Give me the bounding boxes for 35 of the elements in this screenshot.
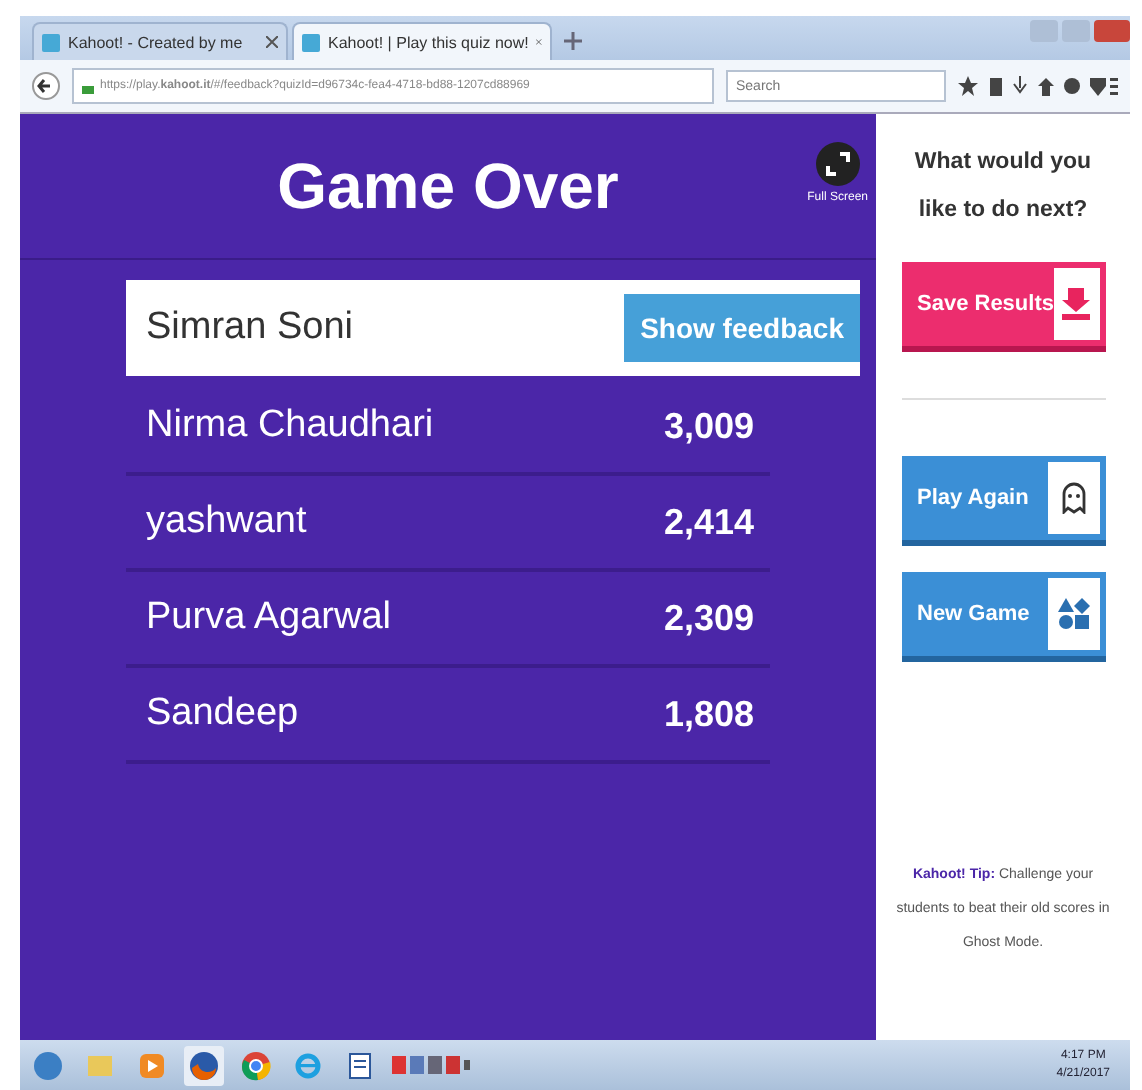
next-question: What would you like to do next? [912, 148, 1094, 226]
player-name: Sandeep [146, 692, 299, 736]
start-orb-icon[interactable] [32, 1049, 64, 1081]
player-name: yashwant [146, 500, 307, 544]
action-button[interactable]: New Game [901, 572, 1105, 656]
document-icon[interactable] [344, 1049, 376, 1081]
player-name: Purva Agarwal [146, 596, 392, 640]
game-title: Game Over [277, 149, 619, 223]
player-name: Nirma Chaudhari [146, 404, 434, 448]
media-player-icon[interactable] [136, 1049, 168, 1081]
action-button[interactable]: Play Again [901, 456, 1105, 540]
tray-icons-drawing[interactable] [392, 1056, 472, 1074]
action-button[interactable]: Save Results [901, 262, 1105, 346]
close-icon[interactable] [536, 36, 542, 48]
chrome-icon[interactable] [240, 1049, 272, 1081]
player-score: 2,309 [663, 597, 754, 639]
fullscreen-icon[interactable] [815, 142, 860, 186]
shapes-icon [1057, 598, 1089, 630]
plus-icon[interactable] [564, 32, 582, 50]
browser-tab[interactable]: Kahoot! | Play this quiz now! [292, 22, 552, 60]
download-icon [1060, 286, 1093, 322]
back-icon[interactable] [32, 72, 60, 100]
player-score: 1,808 [663, 693, 754, 735]
player-name: Simran Soni [146, 306, 353, 350]
ghost-icon [1059, 482, 1087, 514]
browser-tab[interactable]: Kahoot! - Created by me [32, 22, 288, 60]
player-score: 2,414 [663, 501, 754, 543]
show-feedback-button[interactable]: Show feedback [624, 294, 860, 362]
firefox-icon[interactable] [188, 1049, 220, 1081]
kahoot-icon [42, 33, 60, 51]
player-score: 3,009 [663, 405, 754, 447]
internet-explorer-icon[interactable] [292, 1049, 324, 1081]
kahoot-icon [302, 33, 320, 51]
toolbar-icons-drawing[interactable] [958, 76, 1118, 96]
close-icon[interactable] [266, 36, 278, 48]
